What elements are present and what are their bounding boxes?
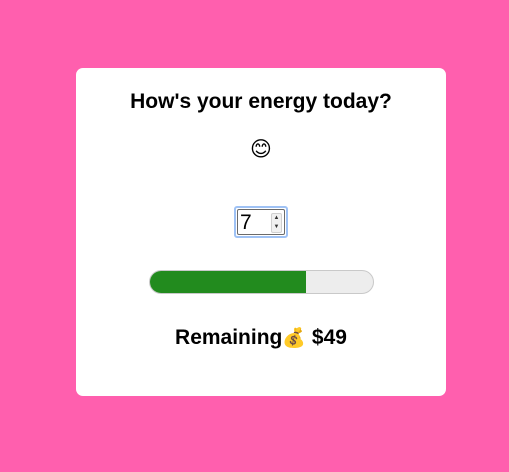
energy-value[interactable]: 7 [240,211,252,235]
energy-progress-fill [150,271,307,293]
spin-buttons[interactable]: ▲ ▼ [271,213,282,233]
energy-card: How's your energy today? 😊 7 ▲ ▼ Remaini… [76,68,446,396]
stepper-box: 7 ▲ ▼ [237,209,285,235]
money-bag-icon: 💰 [282,328,307,349]
energy-progress-bar [149,270,374,294]
remaining-text: Remaining💰 $49 [76,326,446,350]
card-title: How's your energy today? [130,90,392,113]
remaining-amount: $49 [311,326,347,349]
remaining-label: Remaining [175,326,283,349]
energy-stepper[interactable]: 7 ▲ ▼ [234,206,288,238]
page-background: { "card": { "title": "How's your energy … [0,0,509,472]
smiling-face-icon: 😊 [250,138,272,161]
decrement-icon[interactable]: ▼ [272,223,281,232]
increment-icon[interactable]: ▲ [272,214,281,223]
